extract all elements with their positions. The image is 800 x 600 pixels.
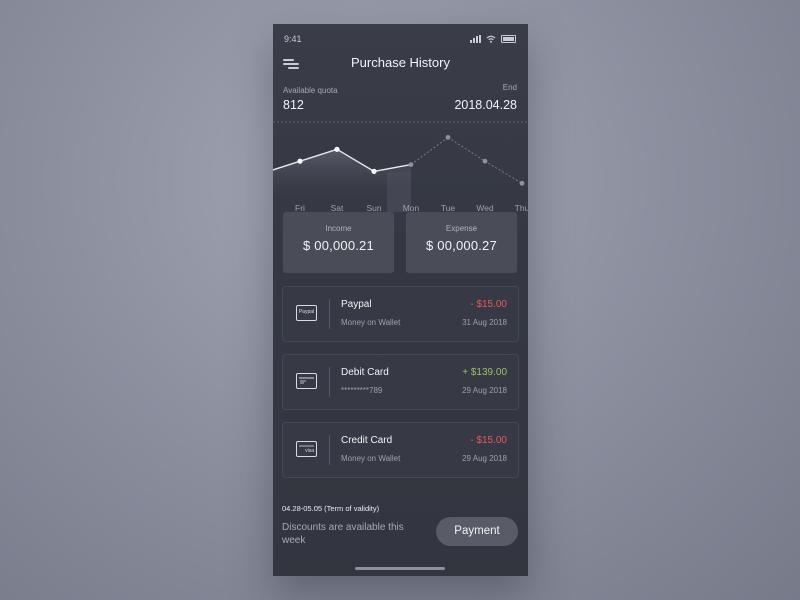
home-indicator[interactable] — [355, 567, 445, 570]
transaction-credit-card[interactable]: visa Credit Card Money on Wallet - $15.0… — [282, 422, 519, 478]
chart-point-thu[interactable] — [519, 180, 525, 186]
day-label-thu[interactable]: Thu — [515, 203, 528, 213]
income-value: $ 00,000.21 — [303, 238, 374, 253]
income-label: Income — [325, 224, 352, 233]
chart-point-wed[interactable] — [482, 158, 488, 164]
transaction-name: Debit Card — [341, 367, 389, 378]
end-date: 2018.04.28 — [454, 98, 517, 112]
phone-screen: 9:41 Purchase History Available quota 81… — [273, 24, 528, 576]
end-label: End — [502, 83, 517, 92]
weekly-line-chart[interactable]: Fri Sat Sun Mon Tue Wed Thu — [273, 112, 528, 222]
debit-card-icon — [296, 373, 317, 389]
paypal-card-icon: Paypal — [296, 305, 317, 321]
discount-text: Discounts are available this week — [282, 522, 404, 546]
chart-line-segment — [447, 137, 486, 162]
chart-area-fill — [273, 149, 411, 202]
transaction-subtitle: Money on Wallet — [341, 454, 401, 463]
chart-line-segment — [410, 137, 449, 165]
divider — [329, 299, 330, 329]
divider — [329, 435, 330, 465]
page-title: Purchase History — [351, 55, 450, 70]
divider — [329, 367, 330, 397]
status-bar: 9:41 — [273, 32, 528, 46]
chart-point-tue[interactable] — [445, 135, 451, 140]
transaction-subtitle: Money on Wallet — [341, 318, 401, 327]
transaction-amount: + $139.00 — [462, 367, 507, 378]
status-icons — [470, 35, 516, 43]
wifi-icon — [486, 35, 496, 43]
quota-value: 812 — [283, 98, 304, 112]
status-time: 9:41 — [284, 34, 302, 44]
transaction-paypal[interactable]: Paypal Paypal Money on Wallet - $15.00 3… — [282, 286, 519, 342]
transaction-name: Credit Card — [341, 435, 393, 446]
quota-label: Available quota — [283, 86, 338, 95]
transaction-date: 31 Aug 2018 — [462, 318, 507, 327]
transaction-date: 29 Aug 2018 — [462, 454, 507, 463]
transaction-debit-card[interactable]: Debit Card *********789 + $139.00 29 Aug… — [282, 354, 519, 410]
income-card[interactable]: Income $ 00,000.21 — [283, 212, 394, 273]
battery-icon — [501, 35, 516, 43]
transaction-name: Paypal — [341, 299, 372, 310]
validity-term: 04.28-05.05 (Term of validity) — [282, 504, 380, 513]
visa-card-icon: visa — [296, 441, 317, 457]
chart-point-sun[interactable] — [371, 168, 377, 174]
transaction-subtitle: *********789 — [341, 386, 383, 395]
expense-label: Expense — [445, 224, 478, 233]
expense-value: $ 00,000.27 — [426, 238, 497, 253]
transaction-date: 29 Aug 2018 — [462, 386, 507, 395]
transaction-amount: - $15.00 — [470, 435, 507, 446]
expense-card[interactable]: Expense $ 00,000.27 — [406, 212, 517, 273]
chart-point-sat[interactable] — [334, 146, 340, 152]
transaction-amount: - $15.00 — [470, 299, 507, 310]
chart-point-mon[interactable] — [408, 162, 414, 167]
chart-line-segment — [484, 160, 523, 184]
signal-icon — [470, 35, 481, 43]
payment-button[interactable]: Payment — [436, 517, 518, 546]
chart-point-fri[interactable] — [297, 158, 303, 164]
